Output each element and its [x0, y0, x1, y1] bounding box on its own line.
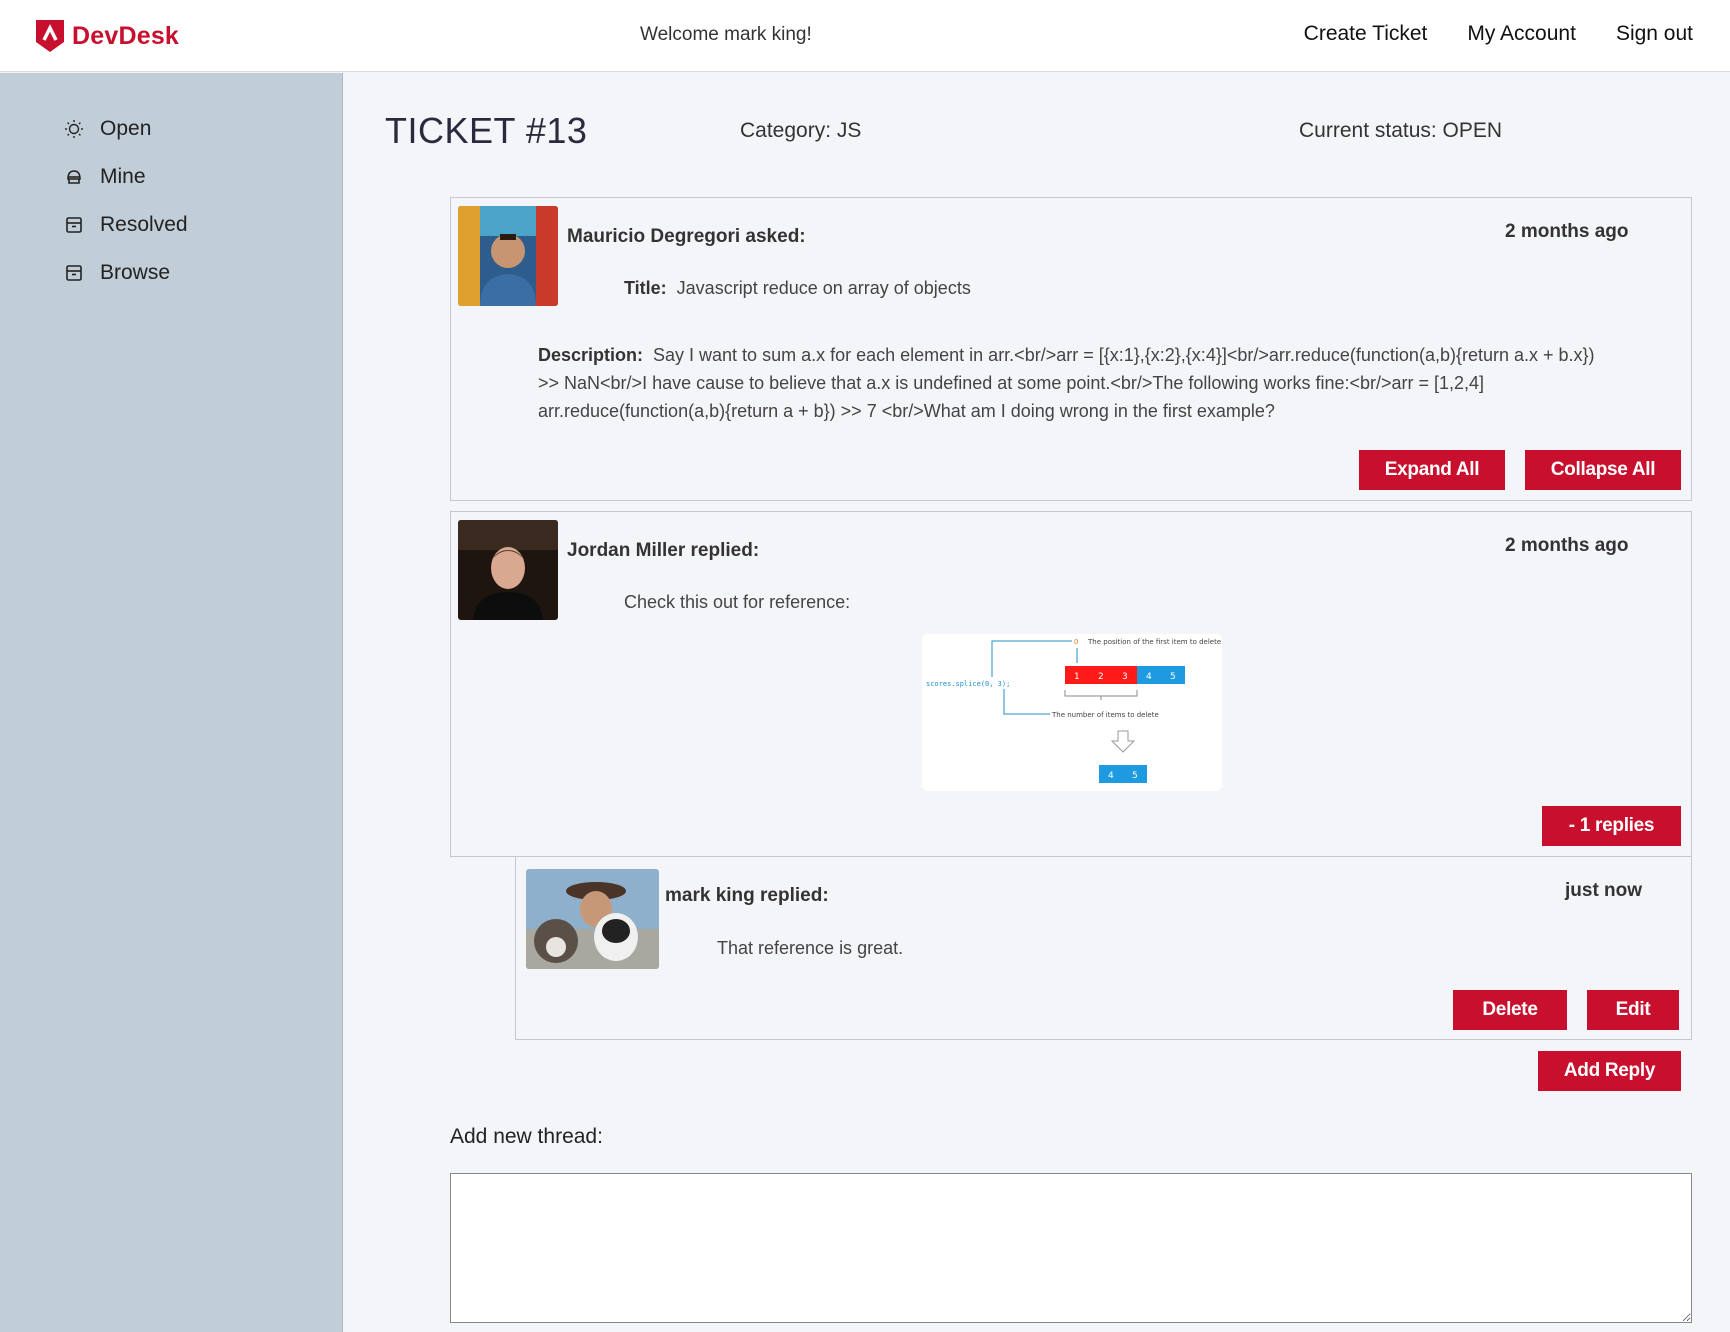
- top-nav: Create Ticket My Account Sign out: [1304, 22, 1693, 46]
- sidebar-item-mine[interactable]: Mine: [64, 165, 146, 189]
- sidebar-item-label: Mine: [100, 165, 146, 188]
- reply-time: 2 months ago: [1505, 535, 1629, 556]
- cell-2: 2: [1098, 672, 1104, 682]
- question-time: 2 months ago: [1505, 221, 1629, 242]
- top-bar: DevDesk Welcome mark king! Create Ticket…: [0, 0, 1730, 72]
- avatar: [526, 869, 659, 969]
- reply-text: That reference is great.: [717, 938, 904, 958]
- reply-card: Jordan Miller replied: 2 months ago Chec…: [450, 511, 1692, 857]
- archive-icon: [66, 265, 82, 281]
- sidebar-item-open[interactable]: Open: [64, 117, 151, 141]
- ticket-title: TICKET #13: [385, 110, 588, 151]
- question-author: Mauricio Degregori asked:: [567, 226, 806, 247]
- nav-sign-out[interactable]: Sign out: [1616, 22, 1693, 46]
- cell-5: 5: [1170, 672, 1176, 682]
- cell-4: 4: [1146, 672, 1152, 682]
- welcome-message: Welcome mark king!: [640, 24, 812, 45]
- ticket-status: Current status: OPEN: [1299, 119, 1503, 142]
- diagram-bottom-label: The number of items to delete: [1051, 711, 1159, 719]
- cell-3: 3: [1122, 672, 1128, 682]
- diagram-top-label: The position of the first item to delete: [1087, 638, 1221, 646]
- avatar: [458, 520, 558, 620]
- delete-button[interactable]: Delete: [1453, 990, 1567, 1030]
- sidebar-item-resolved[interactable]: Resolved: [64, 213, 188, 237]
- archive-icon: [66, 217, 82, 233]
- nested-reply-card: mark king replied: just now That referen…: [515, 856, 1692, 1040]
- title-label: Title:: [624, 278, 667, 298]
- avatar: [458, 206, 558, 306]
- sidebar-item-label: Resolved: [100, 213, 188, 236]
- reply-time: just now: [1565, 880, 1643, 901]
- sidebar-item-label: Browse: [100, 261, 171, 284]
- result-cell-5: 5: [1132, 771, 1138, 781]
- result-cell-4: 4: [1108, 771, 1114, 781]
- add-reply-button[interactable]: Add Reply: [1538, 1051, 1681, 1091]
- collapse-all-button[interactable]: Collapse All: [1525, 450, 1681, 490]
- app-name: DevDesk: [72, 21, 180, 50]
- question-title-row: Title: Javascript reduce on array of obje…: [624, 278, 971, 299]
- new-thread-label: Add new thread:: [450, 1125, 603, 1148]
- diagram-cells: 1 2 3 4 5: [1065, 666, 1185, 684]
- toggle-replies-button[interactable]: - 1 replies: [1542, 806, 1681, 846]
- description-label: Description:: [538, 345, 644, 365]
- description-text: Say I want to sum a.x for each element i…: [538, 345, 1595, 421]
- ticket-category: Category: JS: [740, 119, 862, 142]
- sidebar-item-label: Open: [100, 117, 152, 140]
- reply-author: mark king replied:: [665, 885, 829, 906]
- splice-diagram-image: scores.splice(0, 3); 0 The position of t…: [922, 634, 1222, 791]
- reply-author: Jordan Miller replied:: [567, 540, 760, 561]
- diagram-zero: 0: [1074, 638, 1078, 646]
- question-title: Javascript reduce on array of objects: [676, 278, 971, 298]
- edit-button[interactable]: Edit: [1587, 990, 1679, 1030]
- cell-1: 1: [1074, 672, 1080, 682]
- sidebar: Open Mine Resolved Browse: [0, 73, 343, 1332]
- lightbulb-icon: [65, 120, 83, 138]
- question-card: Mauricio Degregori asked: 2 months ago T…: [450, 197, 1692, 501]
- shield-logo-icon: [36, 20, 64, 52]
- question-description: Description: Say I want to sum a.x for ea…: [538, 341, 1618, 425]
- logo[interactable]: DevDesk: [34, 18, 179, 54]
- helmet-icon: [67, 170, 81, 184]
- nav-create-ticket[interactable]: Create Ticket: [1304, 22, 1428, 46]
- reply-text: Check this out for reference:: [624, 592, 851, 612]
- expand-all-button[interactable]: Expand All: [1359, 450, 1505, 490]
- nav-my-account[interactable]: My Account: [1467, 22, 1576, 46]
- diagram-code: scores.splice(0, 3);: [926, 680, 1010, 688]
- new-thread-textarea[interactable]: [450, 1173, 1692, 1323]
- sidebar-item-browse[interactable]: Browse: [64, 261, 170, 285]
